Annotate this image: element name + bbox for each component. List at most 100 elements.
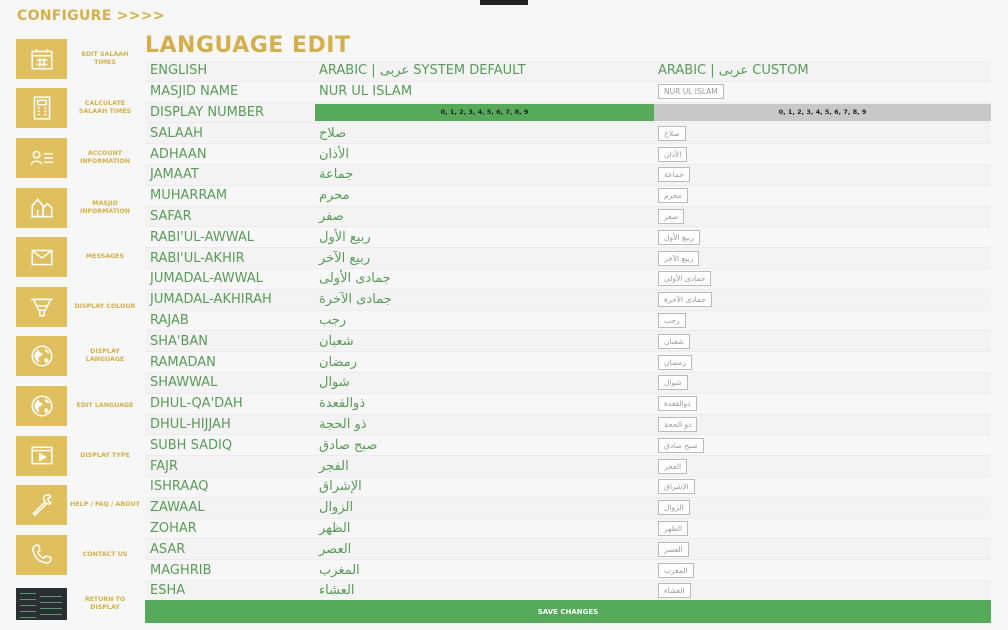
- sidebar-item-label: MASJID INFORMATION: [79, 199, 131, 215]
- english-term: SAFAR: [150, 208, 192, 224]
- arabic-default-term: الأذان: [319, 146, 349, 162]
- arabic-custom-input[interactable]: ذوالقعدة: [658, 396, 697, 412]
- sidebar-item-label: CALCULATE SALAAH TIMES: [78, 100, 132, 116]
- arabic-custom-input[interactable]: صفر: [658, 208, 685, 224]
- arabic-custom-input[interactable]: الإشراق: [658, 479, 695, 495]
- sidebar-item-return-to-display[interactable]: RETURN TO DISPLAY: [16, 580, 143, 630]
- header-arabic-default: ARABIC | عربى SYSTEM DEFAULT: [319, 63, 526, 79]
- masjid-name-row: MASJID NAME NUR UL ISLAM NUR UL ISLAM: [145, 82, 991, 103]
- globe-icon: [29, 343, 55, 369]
- page-title: LANGUAGE EDIT: [145, 33, 351, 58]
- english-term: SALAAH: [150, 125, 203, 141]
- arabic-custom-input[interactable]: الزوال: [658, 500, 690, 516]
- arabic-custom-input[interactable]: شوال: [658, 375, 688, 391]
- english-term: RAJAB: [150, 312, 189, 328]
- header-arabic-custom: ARABIC | عربى CUSTOM: [658, 63, 809, 79]
- arabic-default-term: صلاح: [319, 125, 347, 141]
- table-row: ADHAAN الأذان الأذان: [145, 144, 991, 165]
- arabic-custom-input[interactable]: ربيع الآخر: [658, 250, 700, 266]
- english-term: JUMADAL-AWWAL: [150, 271, 263, 287]
- arabic-custom-input[interactable]: رمضان: [658, 354, 692, 370]
- arabic-custom-input[interactable]: شعبان: [658, 333, 690, 349]
- english-term: JUMADAL-AKHIRAH: [150, 292, 272, 308]
- arabic-custom-input[interactable]: ربيع الأول: [658, 229, 700, 245]
- table-row: JUMADAL-AKHIRAH جمادى الآخرة جمادى الآخرة: [145, 289, 991, 311]
- masjid-name-custom-input[interactable]: NUR UL ISLAM: [658, 84, 724, 100]
- display-play-icon: [29, 443, 55, 469]
- sidebar-item-masjid-information[interactable]: MASJID INFORMATION: [16, 183, 143, 233]
- sidebar-item-display-language[interactable]: DISPLAY LANGUAGE: [16, 332, 143, 382]
- sidebar-item-label: RETURN TO DISPLAY: [84, 596, 126, 612]
- account-icon: [29, 145, 55, 171]
- arabic-default-term: جماعة: [319, 167, 354, 183]
- arabic-default-term: ذو الحجة: [319, 416, 367, 432]
- table-row: DHUL-QA'DAH ذوالقعدة ذوالقعدة: [145, 394, 991, 415]
- masjid-icon: [29, 195, 55, 221]
- arabic-default-term: جمادى الأولى: [319, 271, 391, 287]
- sidebar-item-messages[interactable]: MESSAGES: [16, 232, 143, 282]
- sidebar-item-label: HELP / FAQ / ABOUT: [70, 501, 140, 509]
- arabic-custom-input[interactable]: جمادى الآخرة: [658, 292, 712, 308]
- sidebar-item-contact-us[interactable]: CONTACT US: [16, 530, 143, 580]
- display-number-custom-button[interactable]: 0, 1, 2, 3, 4, 5, 6, 7, 8, 9: [654, 103, 991, 121]
- english-term: RAMADAN: [150, 354, 216, 370]
- english-term: ISHRAAQ: [150, 479, 209, 495]
- arabic-default-term: رجب: [319, 312, 347, 328]
- arabic-default-term: العصر: [319, 541, 352, 557]
- table-row: SUBH SADIQ صبح صادق صبح صادق: [145, 435, 991, 457]
- arabic-custom-input[interactable]: رجب: [658, 312, 686, 328]
- arabic-custom-input[interactable]: الأذان: [658, 146, 688, 162]
- arabic-custom-input[interactable]: العصر: [658, 541, 689, 557]
- sidebar-item-account-information[interactable]: ACCOUNT INFORMATION: [16, 133, 143, 183]
- arabic-default-term: العشاء: [319, 583, 355, 599]
- table-row: MAGHRIB المغرب المغرب: [145, 560, 991, 581]
- sidebar-item-label: DISPLAY COLOUR: [74, 302, 136, 310]
- english-term: RABI'UL-AWWAL: [150, 229, 254, 245]
- sidebar-item-display-type[interactable]: DISPLAY TYPE: [16, 431, 143, 481]
- arabic-custom-input[interactable]: محرم: [658, 188, 688, 204]
- sidebar-item-edit-language[interactable]: EDIT LANGUAGE: [16, 381, 143, 431]
- table-row: DHUL-HIJJAH ذو الحجة ذو الحجة: [145, 414, 991, 436]
- sidebar-item-label: DISPLAY LANGUAGE: [85, 348, 125, 364]
- table-row: SAFAR صفر صفر: [145, 206, 991, 228]
- arabic-custom-input[interactable]: صبح صادق: [658, 437, 704, 453]
- sidebar-item-label: DISPLAY TYPE: [80, 451, 130, 459]
- calculator-icon: [29, 95, 55, 121]
- arabic-default-term: الإشراق: [319, 479, 362, 495]
- arabic-custom-input[interactable]: العشاء: [658, 583, 691, 599]
- table-row: RAMADAN رمضان رمضان: [145, 352, 991, 373]
- sidebar-item-calculate-salaah-times[interactable]: CALCULATE SALAAH TIMES: [16, 84, 143, 134]
- header-english: ENGLISH: [150, 63, 208, 79]
- arabic-default-term: ربيع الآخر: [319, 250, 371, 266]
- display-number-label: DISPLAY NUMBER: [150, 104, 265, 120]
- arabic-custom-input[interactable]: جماعة: [658, 167, 690, 183]
- english-term: ZAWAAL: [150, 500, 205, 516]
- sidebar-item-help-faq-about[interactable]: HELP / FAQ / ABOUT: [16, 480, 143, 530]
- english-term: JAMAAT: [150, 167, 199, 183]
- english-term: SUBH SADIQ: [150, 437, 233, 453]
- arabic-custom-input[interactable]: الظهر: [658, 520, 689, 536]
- english-term: ESHA: [150, 583, 186, 599]
- save-changes-button[interactable]: SAVE CHANGES: [145, 600, 991, 623]
- arabic-custom-input[interactable]: الفجر: [658, 458, 688, 474]
- window-top-strip: [480, 0, 528, 5]
- arabic-default-term: جمادى الآخرة: [319, 292, 392, 308]
- arabic-custom-input[interactable]: جمادى الأولى: [658, 271, 712, 287]
- display-number-default-button[interactable]: 0, 1, 2, 3, 4, 5, 6, 7, 8, 9: [315, 103, 654, 121]
- table-row: RABI'UL-AWWAL ربيع الأول ربيع الأول: [145, 227, 991, 249]
- arabic-default-term: الظهر: [319, 520, 351, 536]
- sidebar-item-display-colour[interactable]: DISPLAY COLOUR: [16, 282, 143, 332]
- english-term: FAJR: [150, 458, 179, 474]
- phone-icon: [29, 542, 55, 568]
- sidebar-item-edit-salaah-times[interactable]: EDIT SALAAH TIMES: [16, 34, 143, 84]
- globe-icon: [29, 393, 55, 419]
- english-term: SHAWWAL: [150, 375, 218, 391]
- table-row: SHA'BAN شعبان شعبان: [145, 331, 991, 353]
- table-row: ZOHAR الظهر الظهر: [145, 519, 991, 540]
- arabic-custom-input[interactable]: المغرب: [658, 562, 694, 578]
- sidebar-item-label: CONTACT US: [82, 550, 128, 558]
- arabic-custom-input[interactable]: صلاح: [658, 125, 686, 141]
- english-term: DHUL-QA'DAH: [150, 396, 243, 412]
- arabic-custom-input[interactable]: ذو الحجة: [658, 416, 698, 432]
- arabic-default-term: الفجر: [319, 458, 349, 474]
